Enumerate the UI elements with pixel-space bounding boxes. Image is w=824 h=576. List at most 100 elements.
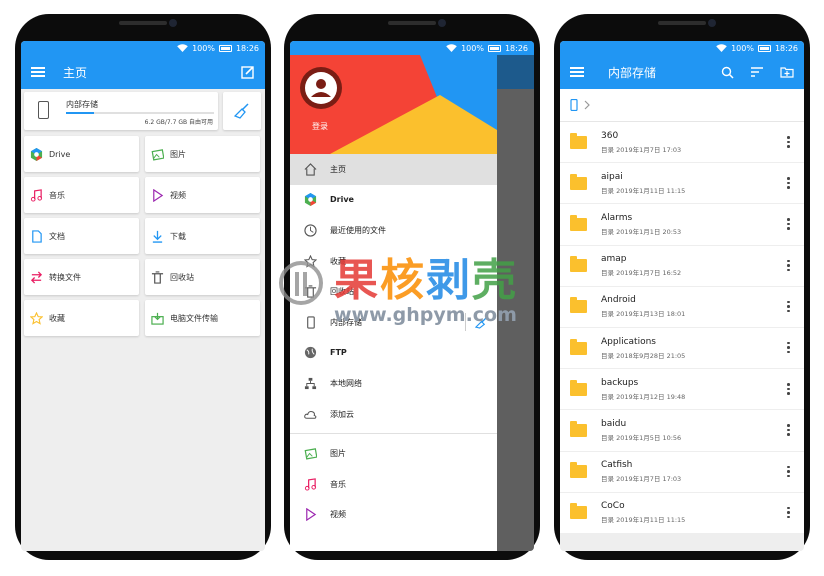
tile-favorites[interactable]: 收藏	[24, 300, 139, 336]
list-item[interactable]: baidu 目录 2019年1月5日 10:56	[560, 410, 804, 452]
folder-meta: 目录 2019年1月7日 17:03	[601, 145, 682, 154]
list-item[interactable]: Android 目录 2019年1月13日 18:01	[560, 286, 804, 328]
folder-icon	[570, 132, 587, 149]
avatar[interactable]	[300, 67, 342, 109]
list-item[interactable]: 360 目录 2019年1月7日 17:03	[560, 122, 804, 164]
folder-meta: 目录 2019年1月11日 11:15	[601, 516, 686, 525]
document-icon	[32, 229, 42, 243]
drawer-item-add-cloud[interactable]: 添加云	[290, 399, 497, 430]
front-camera	[708, 19, 716, 27]
list-item[interactable]: amap 目录 2019年1月7日 16:52	[560, 245, 804, 287]
storage-card[interactable]: 内部存储 6.2 GB/7.7 GB 自由可用	[24, 92, 218, 130]
folder-meta: 目录 2019年1月7日 16:52	[601, 269, 682, 278]
list-item[interactable]: backups 目录 2019年1月12日 19:48	[560, 369, 804, 411]
drawer-item-label: 内部存储	[330, 317, 362, 327]
tile-pc-transfer[interactable]: 电脑文件传输	[145, 300, 260, 336]
more-vert-icon[interactable]	[787, 218, 790, 230]
tile-convert[interactable]: 转换文件	[24, 259, 139, 295]
video-icon	[305, 508, 316, 522]
tile-video[interactable]: 视频	[145, 177, 260, 213]
more-vert-icon[interactable]	[787, 177, 790, 189]
phone-frame-browser: 100% 18:26 内部存储 360 目录 2019年1月7日 17:03 ai…	[554, 14, 810, 560]
breadcrumb	[560, 89, 804, 122]
tile-documents[interactable]: 文档	[24, 218, 139, 254]
drawer-item-images[interactable]: 图片	[290, 438, 497, 469]
phone-icon	[38, 101, 49, 119]
search-icon[interactable]	[721, 66, 734, 79]
new-folder-icon[interactable]	[780, 66, 794, 78]
tile-label: 下载	[170, 231, 186, 241]
divider	[465, 312, 466, 331]
tile-label: 图片	[170, 149, 186, 159]
folder-name: Catfish	[601, 460, 633, 471]
tile-label: 视频	[170, 190, 186, 200]
tile-drive[interactable]: Drive	[24, 136, 139, 172]
music-icon	[30, 188, 43, 202]
folder-icon	[570, 256, 587, 273]
drawer-item-recent[interactable]: 最近使用的文件	[290, 215, 497, 246]
menu-icon[interactable]	[31, 67, 45, 77]
phone-frame-drawer: 100% 18:26 登录 主页 Drive 最近使用的文件 收藏 回收站 内部…	[284, 14, 540, 560]
drawer-item-trash[interactable]: 回收站	[290, 276, 497, 307]
folder-meta: 目录 2019年1月5日 10:56	[601, 433, 682, 442]
drawer-item-local-network[interactable]: 本地网络	[290, 368, 497, 399]
speaker	[388, 21, 436, 25]
browser-screen: 100% 18:26 内部存储 360 目录 2019年1月7日 17:03 ai…	[560, 41, 804, 551]
chevron-right-icon	[584, 100, 590, 110]
tile-label: 收藏	[49, 313, 65, 323]
drawer-item-ftp[interactable]: FTP	[290, 338, 497, 369]
folder-name: CoCo	[601, 501, 625, 512]
login-label[interactable]: 登录	[312, 121, 328, 132]
list-item[interactable]: CoCo 目录 2019年1月11日 11:15	[560, 492, 804, 534]
more-vert-icon[interactable]	[787, 300, 790, 313]
more-vert-icon[interactable]	[787, 341, 790, 354]
drawer-item-favorites[interactable]: 收藏	[290, 246, 497, 277]
front-camera	[438, 19, 446, 27]
tile-download[interactable]: 下载	[145, 218, 260, 254]
menu-icon[interactable]	[570, 67, 584, 77]
folder-meta: 目录 2019年1月12日 19:48	[601, 392, 686, 401]
star-icon	[303, 254, 317, 268]
network-icon	[304, 377, 316, 390]
edit-icon[interactable]	[241, 65, 255, 79]
tile-label: 转换文件	[49, 272, 81, 282]
battery-percent: 100%	[192, 43, 215, 53]
clean-button[interactable]	[223, 92, 261, 130]
drawer-item-label: 主页	[330, 164, 346, 174]
storage-size: 6.2 GB/7.7 GB 自由可用	[144, 119, 213, 126]
more-vert-icon[interactable]	[787, 136, 790, 148]
drawer-item-label: 收藏	[330, 256, 346, 266]
tile-music[interactable]: 音乐	[24, 177, 139, 213]
folder-icon	[570, 173, 587, 190]
battery-percent: 100%	[461, 43, 484, 53]
folder-meta: 目录 2019年1月13日 18:01	[601, 310, 686, 319]
drive-icon	[304, 193, 316, 207]
folder-name: Applications	[601, 336, 656, 347]
list-item[interactable]: aipai 目录 2019年1月11日 11:15	[560, 163, 804, 205]
pc-transfer-icon	[151, 312, 164, 325]
more-vert-icon[interactable]	[787, 383, 790, 395]
tile-images[interactable]: 图片	[145, 136, 260, 172]
list-item[interactable]: Alarms 目录 2019年1月1日 20:53	[560, 204, 804, 246]
tile-trash[interactable]: 回收站	[145, 259, 260, 295]
more-vert-icon[interactable]	[787, 465, 790, 478]
more-vert-icon[interactable]	[787, 506, 790, 519]
folder-icon	[570, 379, 587, 396]
drawer-item-music[interactable]: 音乐	[290, 469, 497, 500]
list-item[interactable]: Applications 目录 2018年9月28日 21:05	[560, 327, 804, 370]
app-bar: 内部存储	[560, 55, 804, 89]
status-bar: 100% 18:26	[290, 41, 534, 55]
drawer-item-internal-storage[interactable]: 内部存储	[290, 307, 497, 338]
drawer-item-label: 本地网络	[330, 378, 362, 388]
drawer-item-video[interactable]: 视频	[290, 500, 497, 531]
sort-icon[interactable]	[750, 66, 764, 78]
more-vert-icon[interactable]	[787, 259, 790, 272]
drawer-item-drive[interactable]: Drive	[290, 185, 497, 216]
app-bar: 主页	[21, 55, 265, 89]
drawer-item-home[interactable]: 主页	[290, 154, 497, 185]
folder-icon	[570, 462, 587, 479]
phone-icon[interactable]	[570, 99, 578, 111]
broom-icon[interactable]	[475, 316, 488, 329]
list-item[interactable]: Catfish 目录 2019年1月7日 17:03	[560, 451, 804, 493]
more-vert-icon[interactable]	[787, 424, 790, 436]
